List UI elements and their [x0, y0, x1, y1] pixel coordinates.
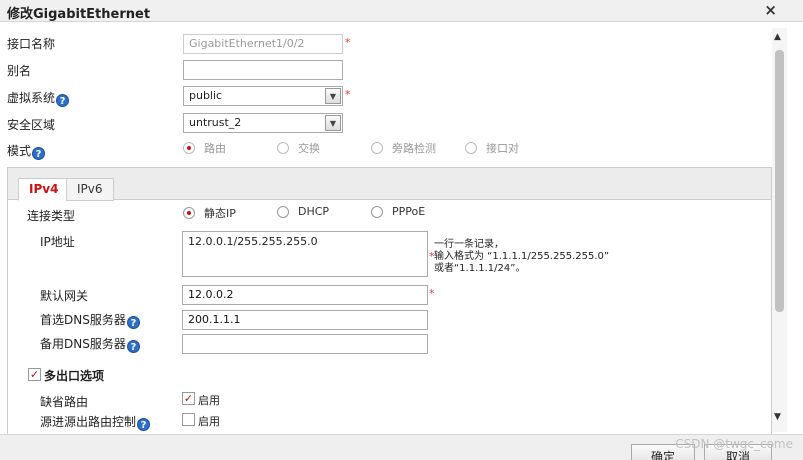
interface-name-field: GigabitEthernet1/0/2 — [183, 34, 343, 54]
multi-exit-title: 多出口选项 — [44, 369, 105, 383]
zone-value: untrust_2 — [189, 116, 242, 129]
mode-radio-switch[interactable]: 交换 — [277, 140, 320, 156]
dns-primary-label: 首选DNS服务器? — [40, 311, 140, 329]
vsys-select[interactable]: public ▼ — [183, 86, 343, 106]
radio-dot — [277, 205, 289, 218]
scroll-thumb[interactable] — [775, 50, 784, 312]
source-route-enable-label: 启用 — [198, 415, 220, 428]
watermark: CSDN @twgc_come — [675, 437, 793, 451]
radio-dot — [371, 205, 383, 218]
zone-select[interactable]: untrust_2 ▼ — [183, 113, 343, 133]
tab-ipv6[interactable]: IPv6 — [66, 178, 114, 201]
dialog-titlebar: 修改GigabitEthernet × — [0, 0, 803, 22]
ip-hint-line1: 一行一条记录， — [434, 239, 504, 250]
mode-radio-pair[interactable]: 接口对 — [465, 140, 519, 156]
gateway-label: 默认网关 — [40, 289, 89, 303]
dns-secondary-input[interactable] — [182, 334, 428, 354]
interface-name-label: 接口名称 — [7, 37, 56, 51]
radio-dot — [183, 207, 195, 219]
default-route-label: 缺省路由 — [40, 395, 89, 409]
help-icon[interactable]: ? — [126, 340, 140, 353]
conn-radio-static[interactable]: 静态IP — [183, 205, 236, 221]
multi-exit-checkbox[interactable]: ✓ — [28, 368, 41, 381]
ip-hint-line2: 输入格式为 “1.1.1.1/255.255.255.0” — [434, 251, 610, 262]
radio-dot — [183, 142, 195, 154]
ip-hint-line3: 或者“1.1.1.1/24”。 — [434, 263, 526, 274]
ip-address-label: IP地址 — [40, 235, 75, 249]
scroll-up-icon[interactable]: ▲ — [774, 32, 781, 42]
alias-label: 别名 — [7, 64, 32, 78]
radio-dot — [371, 142, 383, 154]
required-mark: * — [429, 287, 435, 300]
help-icon[interactable]: ? — [126, 316, 140, 329]
default-route-enable-label: 启用 — [198, 394, 220, 407]
required-mark: * — [345, 36, 351, 49]
default-route-checkbox[interactable]: ✓ — [182, 392, 195, 405]
radio-dot — [465, 142, 477, 154]
dns-primary-input[interactable]: 200.1.1.1 — [182, 310, 428, 330]
conn-radio-dhcp[interactable]: DHCP — [277, 205, 329, 218]
mode-radio-bypass[interactable]: 旁路检测 — [371, 140, 436, 156]
help-icon[interactable]: ? — [32, 147, 46, 160]
help-icon[interactable]: ? — [56, 94, 70, 107]
dns-secondary-label: 备用DNS服务器? — [40, 335, 140, 353]
gateway-input[interactable]: 12.0.0.2 — [182, 285, 428, 305]
close-icon[interactable]: × — [764, 1, 777, 19]
vsys-value: public — [189, 89, 223, 102]
help-icon[interactable]: ? — [137, 418, 151, 431]
required-mark: * — [345, 88, 351, 101]
source-route-checkbox[interactable] — [182, 413, 195, 426]
tab-ipv4[interactable]: IPv4 — [18, 178, 70, 201]
vertical-scrollbar[interactable]: ▲ ▼ — [772, 28, 787, 432]
ip-address-textarea[interactable]: 12.0.0.1/255.255.255.0 — [182, 231, 428, 277]
mode-radio-route[interactable]: 路由 — [183, 140, 226, 156]
conn-radio-pppoe[interactable]: PPPoE — [371, 205, 425, 218]
chevron-down-icon[interactable]: ▼ — [325, 88, 341, 104]
mode-label: 模式? — [7, 142, 46, 160]
alias-input[interactable] — [183, 60, 343, 80]
scroll-down-icon[interactable]: ▼ — [774, 412, 781, 422]
zone-label: 安全区域 — [7, 118, 56, 132]
chevron-down-icon[interactable]: ▼ — [325, 115, 341, 131]
conn-type-label: 连接类型 — [27, 209, 76, 223]
radio-dot — [277, 142, 289, 154]
dialog-title: 修改GigabitEthernet — [7, 7, 151, 22]
tab-strip: IPv4 IPv6 — [8, 168, 771, 201]
vsys-label: 虚拟系统? — [7, 89, 70, 107]
source-route-label: 源进源出路由控制? — [40, 413, 151, 431]
